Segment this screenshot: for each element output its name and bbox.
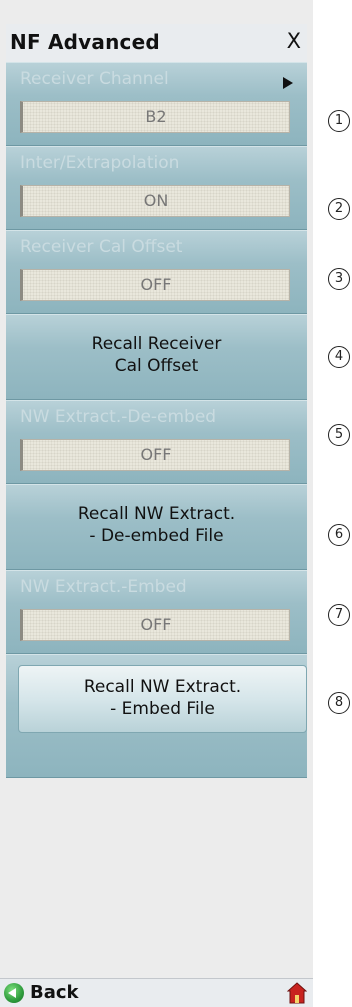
nw-extract-deembed-label: NW Extract.-De-embed bbox=[20, 407, 217, 427]
nw-extract-deembed-field: OFF bbox=[20, 439, 290, 471]
callout-2: 2 bbox=[328, 198, 350, 220]
footer-bar: Back bbox=[0, 978, 313, 1007]
recall-receiver-cal-offset-text: Recall Receiver Cal Offset bbox=[6, 333, 307, 377]
recall-receiver-cal-offset-button[interactable]: Recall Receiver Cal Offset bbox=[6, 314, 307, 400]
inter-extrapolation-label: Inter/Extrapolation bbox=[20, 153, 180, 173]
inter-extrapolation-item[interactable]: Inter/Extrapolation ON bbox=[6, 146, 307, 230]
receiver-channel-item[interactable]: Receiver Channel B2 bbox=[6, 62, 307, 146]
recall-nw-embed-line2: - Embed File bbox=[110, 699, 215, 719]
nw-extract-deembed-value: OFF bbox=[140, 445, 172, 464]
recall-nw-embed-button[interactable]: Recall NW Extract. - Embed File bbox=[18, 665, 307, 733]
recall-nw-embed-text: Recall NW Extract. - Embed File bbox=[19, 676, 306, 720]
inter-extrapolation-field: ON bbox=[20, 185, 290, 217]
receiver-channel-field: B2 bbox=[20, 101, 290, 133]
receiver-channel-value: B2 bbox=[145, 107, 167, 126]
callout-3: 3 bbox=[328, 268, 350, 290]
back-arrow-icon[interactable] bbox=[4, 983, 24, 1003]
receiver-cal-offset-value: OFF bbox=[140, 275, 172, 294]
nw-extract-embed-value: OFF bbox=[140, 615, 172, 634]
recall-receiver-line2: Cal Offset bbox=[114, 356, 199, 376]
nw-extract-deembed-item[interactable]: NW Extract.-De-embed OFF bbox=[6, 400, 307, 484]
callout-8: 8 bbox=[328, 692, 350, 714]
recall-receiver-line1: Recall Receiver bbox=[91, 334, 222, 354]
recall-nw-deembed-line1: Recall NW Extract. bbox=[77, 504, 236, 524]
receiver-channel-label: Receiver Channel bbox=[20, 69, 169, 89]
callout-6: 6 bbox=[328, 524, 350, 546]
nf-advanced-panel: NF Advanced X Receiver Channel B2 Inter/… bbox=[0, 0, 352, 1007]
nw-extract-embed-field: OFF bbox=[20, 609, 290, 641]
nw-extract-embed-item[interactable]: NW Extract.-Embed OFF bbox=[6, 570, 307, 654]
receiver-cal-offset-item[interactable]: Receiver Cal Offset OFF bbox=[6, 230, 307, 314]
recall-nw-deembed-line2: - De-embed File bbox=[89, 526, 224, 546]
title-bar: NF Advanced X bbox=[6, 24, 307, 63]
callout-4: 4 bbox=[328, 346, 350, 368]
inter-extrapolation-value: ON bbox=[143, 191, 169, 210]
panel-title: NF Advanced bbox=[10, 30, 160, 54]
home-icon[interactable] bbox=[287, 982, 307, 1004]
menu-empty-area bbox=[6, 778, 307, 978]
recall-nw-deembed-text: Recall NW Extract. - De-embed File bbox=[6, 503, 307, 547]
nw-extract-embed-label: NW Extract.-Embed bbox=[20, 577, 187, 597]
recall-nw-embed-line1: Recall NW Extract. bbox=[83, 677, 242, 697]
back-button[interactable]: Back bbox=[30, 982, 79, 1003]
receiver-cal-offset-label: Receiver Cal Offset bbox=[20, 237, 183, 257]
callout-7: 7 bbox=[328, 604, 350, 626]
recall-nw-deembed-button[interactable]: Recall NW Extract. - De-embed File bbox=[6, 484, 307, 570]
recall-nw-embed-area: Recall NW Extract. - Embed File bbox=[6, 654, 307, 778]
close-icon[interactable]: X bbox=[287, 29, 301, 53]
submenu-arrow-icon bbox=[283, 77, 293, 89]
callout-1: 1 bbox=[328, 110, 350, 132]
receiver-cal-offset-field: OFF bbox=[20, 269, 290, 301]
callout-5: 5 bbox=[328, 424, 350, 446]
